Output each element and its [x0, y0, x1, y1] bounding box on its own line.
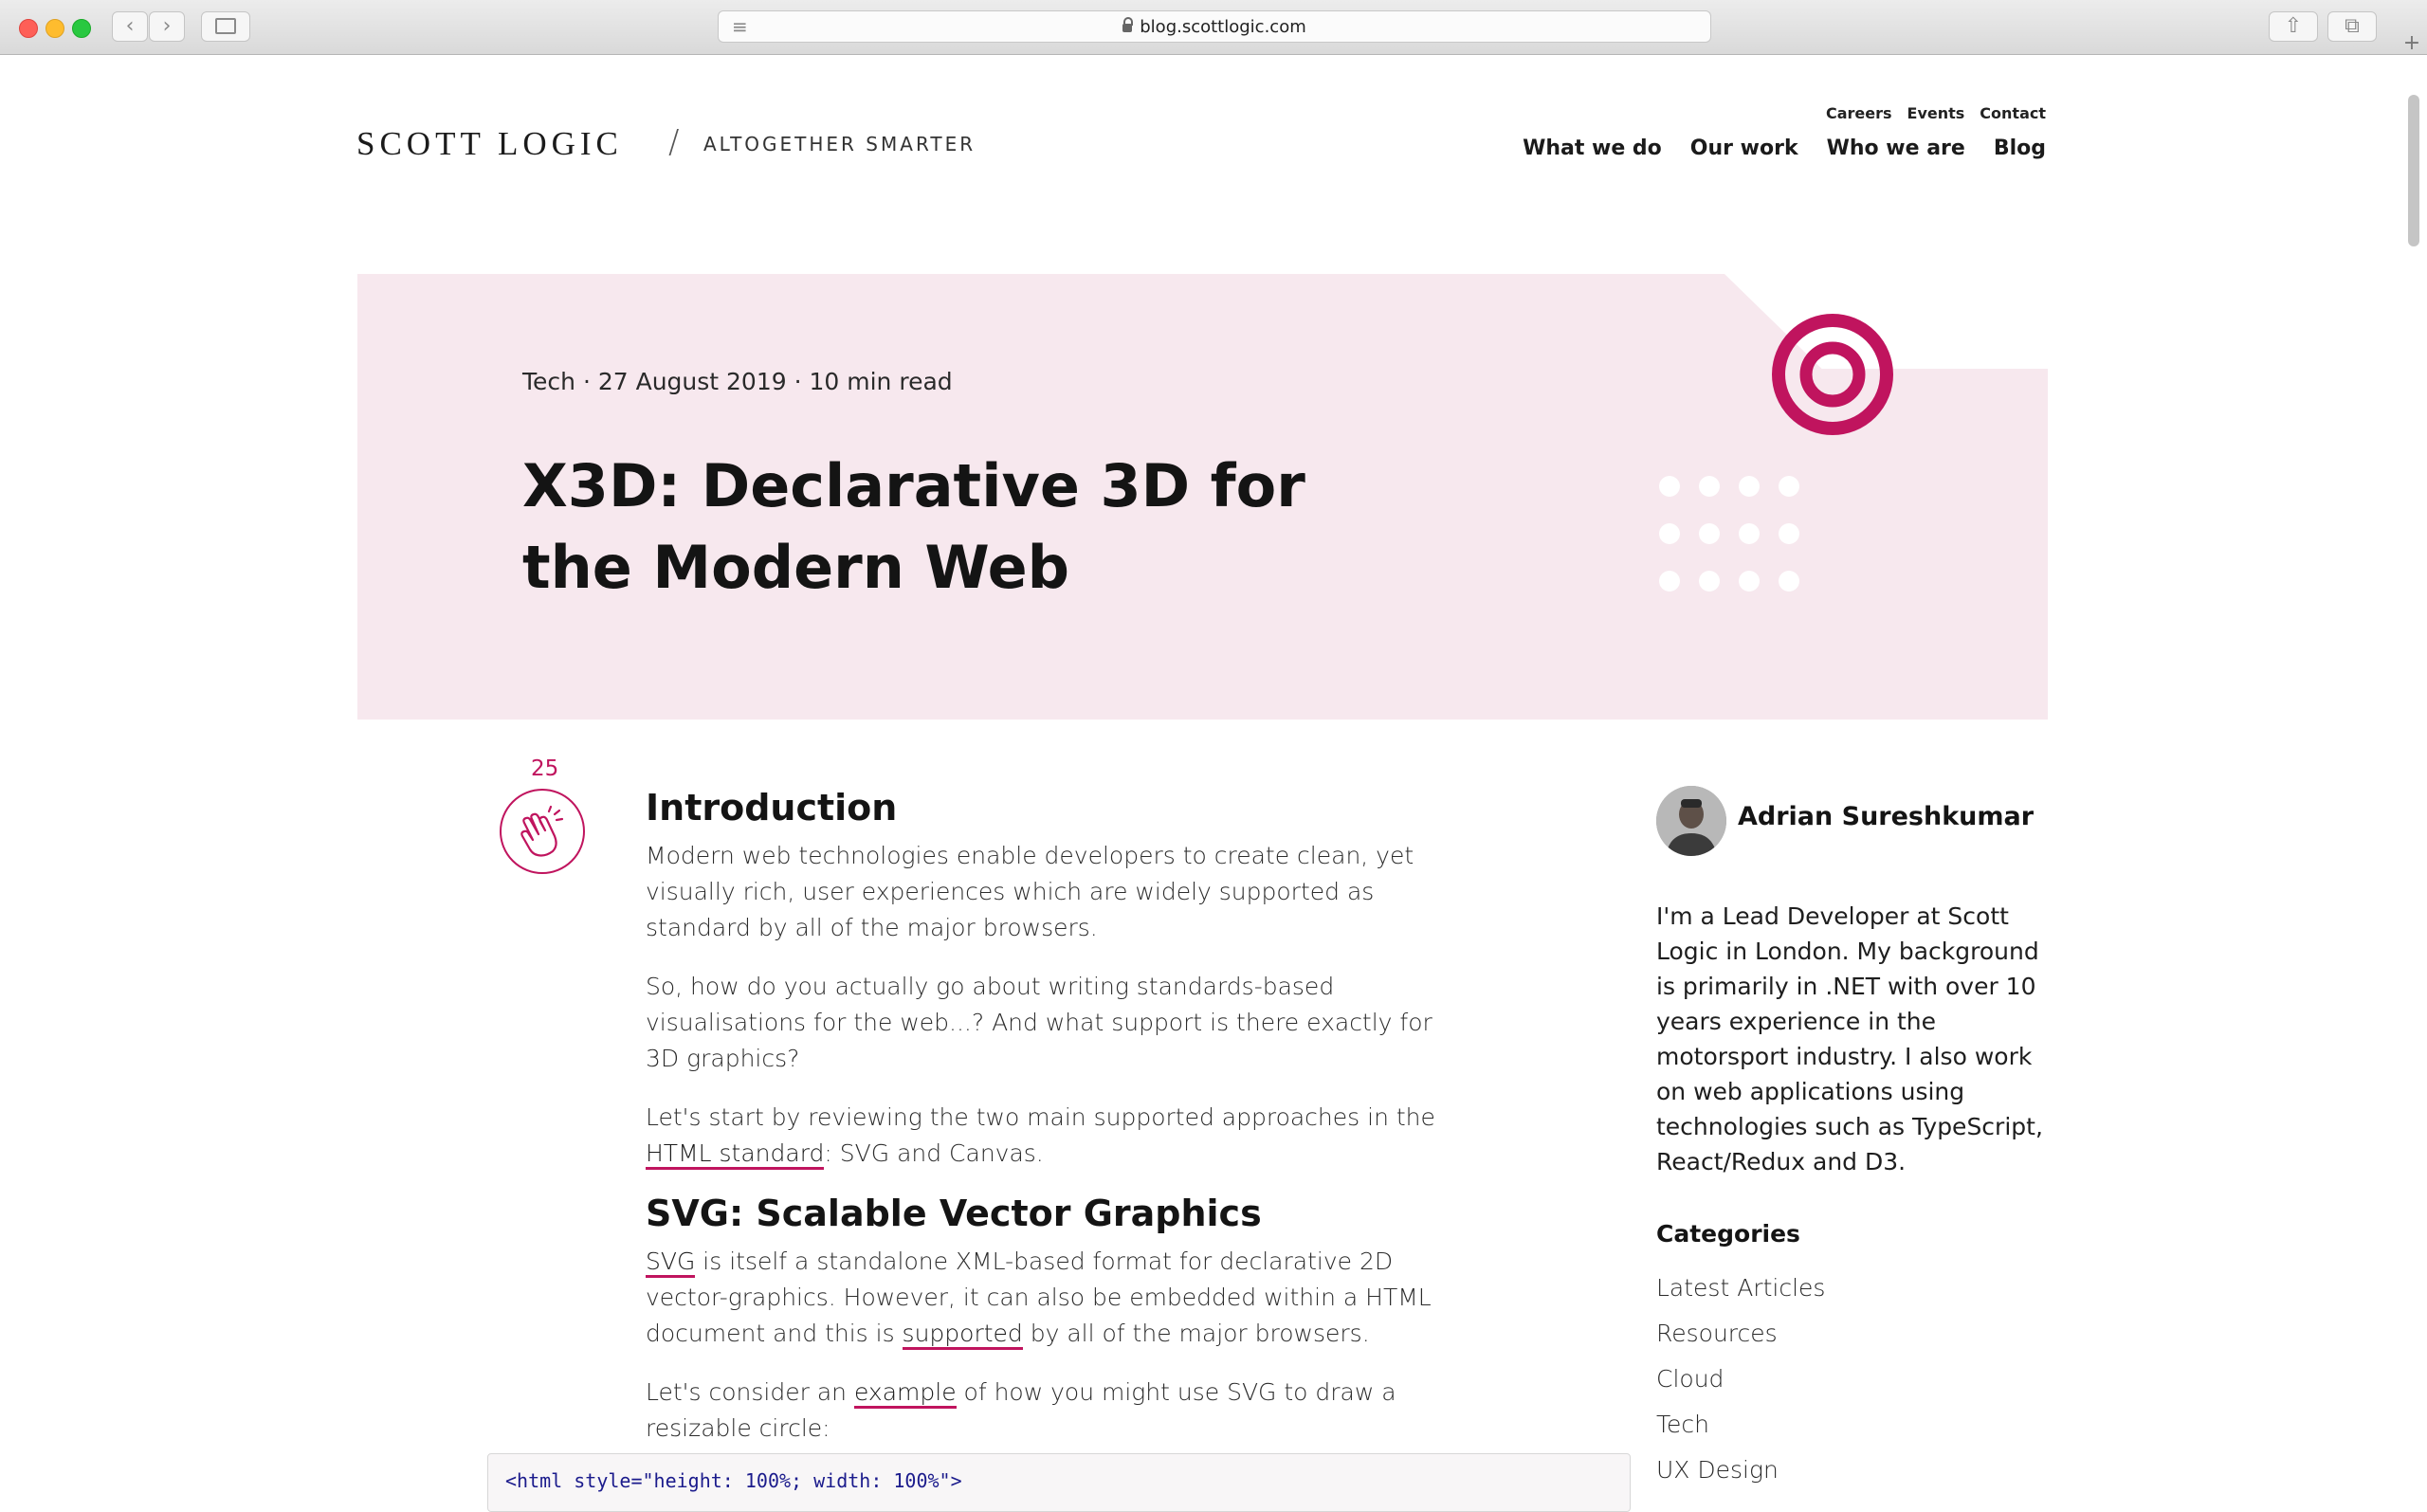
category-cloud[interactable]: Cloud	[1656, 1357, 1825, 1402]
heading-svg: SVG: Scalable Vector Graphics	[646, 1193, 1262, 1234]
address-bar[interactable]: ≡ blog.scottlogic.com	[718, 10, 1711, 43]
nav-what-we-do[interactable]: What we do	[1523, 137, 1662, 160]
tabs-icon: ⧉	[2345, 14, 2360, 38]
share-icon: ⇧	[2284, 14, 2303, 38]
tabs-overview-button[interactable]: ⧉	[2327, 11, 2377, 42]
article-body: Introduction Modern web technologies ena…	[646, 787, 1470, 1447]
category-resources[interactable]: Resources	[1656, 1311, 1825, 1357]
minimize-window-button[interactable]	[46, 19, 64, 38]
zoom-window-button[interactable]	[72, 19, 91, 38]
page-scrollbar[interactable]	[2408, 95, 2419, 246]
url-text: blog.scottlogic.com	[1140, 17, 1306, 37]
target-icon	[1771, 313, 1894, 440]
decorative-dot-grid	[1659, 476, 1799, 592]
lock-icon	[1122, 17, 1134, 32]
plus-icon: +	[2402, 31, 2421, 55]
close-window-button[interactable]	[19, 19, 38, 38]
sidebar-toggle-button[interactable]	[201, 11, 250, 42]
share-button[interactable]: ⇧	[2269, 11, 2318, 42]
chevron-left-icon: ‹	[125, 14, 135, 38]
category-ux-design[interactable]: UX Design	[1656, 1448, 1825, 1493]
article-meta: Tech · 27 August 2019 · 10 min read	[522, 368, 953, 395]
link-html-standard[interactable]: HTML standard	[646, 1139, 825, 1170]
paragraph: Let's start by reviewing the two main su…	[646, 1100, 1470, 1172]
category-tech[interactable]: Tech	[1656, 1402, 1825, 1448]
nav-events[interactable]: Events	[1907, 104, 1965, 122]
primary-nav: What we do Our work Who we are Blog	[1523, 137, 2046, 160]
logo-separator: /	[668, 123, 680, 161]
clap-icon	[520, 805, 564, 857]
site-logo[interactable]: SCOTT LOGIC	[356, 125, 623, 163]
back-button[interactable]: ‹	[112, 11, 148, 42]
nav-blog[interactable]: Blog	[1994, 137, 2046, 160]
new-tab-button[interactable]: +	[2397, 31, 2427, 55]
article-title: X3D: Declarative 3D for the Modern Web	[522, 451, 1305, 602]
heading-introduction: Introduction	[646, 787, 898, 829]
nav-careers[interactable]: Careers	[1826, 104, 1892, 122]
code-line: <html style="height: 100%; width: 100%">	[505, 1469, 962, 1492]
author-name[interactable]: Adrian Sureshkumar	[1738, 802, 2034, 831]
secondary-nav: Careers Events Contact	[1826, 104, 2046, 122]
browser-toolbar: ‹ › ≡ blog.scottlogic.com ⇧ ⧉ +	[0, 0, 2427, 55]
clap-button[interactable]	[500, 789, 585, 874]
category-latest-articles[interactable]: Latest Articles	[1656, 1266, 1825, 1311]
paragraph: SVG is itself a standalone XML-based for…	[646, 1244, 1470, 1352]
paragraph: Let's consider an example of how you mig…	[646, 1378, 1396, 1442]
nav-our-work[interactable]: Our work	[1690, 137, 1798, 160]
sidebar-icon	[215, 18, 236, 34]
author-bio: I'm a Lead Developer at Scott Logic in L…	[1656, 902, 2043, 1175]
link-supported[interactable]: supported	[902, 1320, 1023, 1350]
categories-list: Latest Articles Resources Cloud Tech UX …	[1656, 1266, 1825, 1493]
nav-contact[interactable]: Contact	[1980, 104, 2046, 122]
site-tagline: ALTOGETHER SMARTER	[703, 133, 976, 155]
chevron-right-icon: ›	[162, 14, 172, 38]
paragraph: So, how do you actually go about writing…	[646, 973, 1432, 1072]
clap-count: 25	[531, 756, 559, 781]
nav-who-we-are[interactable]: Who we are	[1827, 137, 1965, 160]
link-example[interactable]: example	[853, 1378, 957, 1409]
author-avatar	[1656, 786, 1726, 856]
paragraph: Modern web technologies enable developer…	[646, 842, 1414, 941]
forward-button[interactable]: ›	[149, 11, 185, 42]
categories-heading: Categories	[1656, 1220, 1800, 1248]
code-block: <html style="height: 100%; width: 100%">	[487, 1453, 1631, 1512]
link-svg[interactable]: SVG	[646, 1248, 696, 1278]
